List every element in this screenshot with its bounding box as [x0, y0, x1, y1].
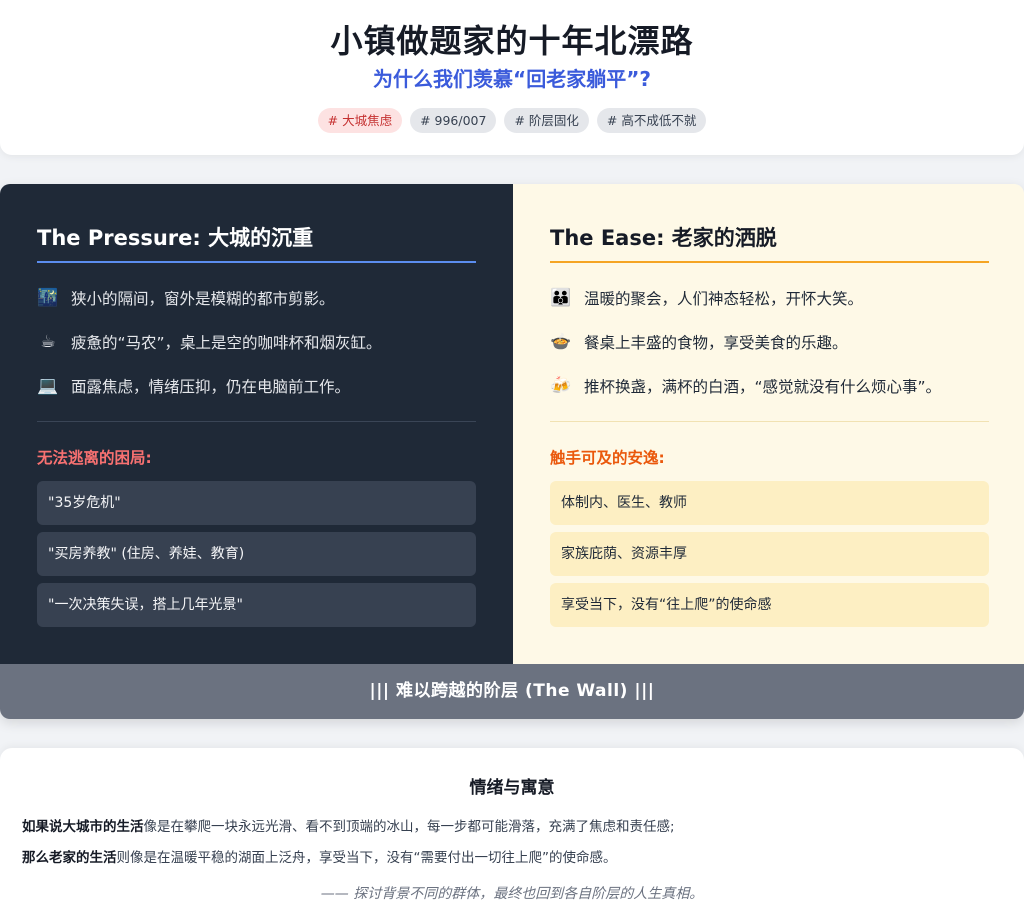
list-item: 🍻 推杯换盏，满杯的白酒，“感觉就没有什么烦心事”。 — [550, 364, 989, 408]
list-item: 💻 面露焦虑，情绪压抑，仍在电脑前工作。 — [37, 364, 476, 408]
pressure-box: "一次决策失误，搭上几年光景" — [37, 583, 476, 627]
footer-line-hometown-body: 则像是在温暖平稳的湖面上泛舟，享受当下，没有“需要付出一切往上爬”的使命感。 — [116, 850, 617, 866]
comparison-panel: The Pressure: 大城的沉重 🌃 狭小的隔间，窗外是模糊的都市剪影。 … — [0, 184, 1024, 719]
feature-text: 狭小的隔间，窗外是模糊的都市剪影。 — [71, 290, 335, 308]
food-bowl-icon: 🍲 — [550, 332, 572, 352]
footer-line-city-lead: 如果说大城市的生活 — [22, 819, 144, 835]
header-card: 小镇做题家的十年北漂路 为什么我们羡慕“回老家躺平”? # 大城焦虑 # 996… — [0, 0, 1024, 155]
family-icon: 👪 — [550, 288, 572, 308]
class-wall-banner: ||| 难以跨越的阶层 (The Wall) ||| — [0, 664, 1024, 719]
tag-class-solidification[interactable]: # 阶层固化 — [504, 108, 589, 133]
list-item: 🍲 餐桌上丰盛的食物，享受美食的乐趣。 — [550, 320, 989, 364]
ease-pane: The Ease: 老家的洒脱 👪 温暖的聚会，人们神态轻松，开怀大笑。 🍲 餐… — [513, 184, 1024, 664]
footer-title: 情绪与寓意 — [469, 778, 555, 798]
laptop-icon: 💻 — [37, 376, 59, 396]
page-title: 小镇做题家的十年北漂路 — [330, 22, 694, 60]
pressure-title: The Pressure: 大城的沉重 — [37, 222, 476, 263]
tag-996[interactable]: # 996/007 — [410, 108, 497, 133]
list-item: ☕ 疲惫的“马农”，桌上是空的咖啡杯和烟灰缸。 — [37, 320, 476, 364]
ease-divider — [550, 421, 989, 422]
footer-line-city-body: 像是在攀爬一块永远光滑、看不到顶端的冰山，每一步都可能滑落，充满了焦虑和责任感; — [143, 819, 675, 835]
pressure-box: "买房养教" (住房、养娃、教育) — [37, 532, 476, 576]
ease-box: 家族庇荫、资源丰厚 — [550, 532, 989, 576]
footer-quote: —— 探讨背景不同的群体，最终也回到各自阶层的人生真相。 — [320, 886, 704, 902]
footer-line-hometown-lead: 那么老家的生活 — [22, 850, 117, 866]
pressure-box: "35岁危机" — [37, 481, 476, 525]
footer-line-city: 如果说大城市的生活像是在攀爬一块永远光滑、看不到顶端的冰山，每一步都可能滑落，充… — [22, 815, 1002, 835]
pressure-divider — [37, 421, 476, 422]
feature-text: 疲惫的“马农”，桌上是空的咖啡杯和烟灰缸。 — [71, 334, 382, 352]
city-night-icon: 🌃 — [37, 288, 59, 308]
pressure-section-label: 无法逃离的困局: — [37, 449, 152, 467]
footer-line-hometown: 那么老家的生活则像是在温暖平稳的湖面上泛舟，享受当下，没有“需要付出一切往上爬”… — [22, 846, 1002, 866]
ease-title: The Ease: 老家的洒脱 — [550, 222, 989, 263]
ease-section-label: 触手可及的安逸: — [550, 449, 665, 467]
coffee-icon: ☕ — [40, 332, 56, 352]
ease-box-list: 体制内、医生、教师 家族庇荫、资源丰厚 享受当下，没有“往上爬”的使命感 — [550, 481, 989, 634]
pressure-feature-list: 🌃 狭小的隔间，窗外是模糊的都市剪影。 ☕ 疲惫的“马农”，桌上是空的咖啡杯和烟… — [37, 276, 476, 408]
feature-text: 餐桌上丰盛的食物，享受美食的乐趣。 — [584, 334, 848, 352]
feature-text: 面露焦虑，情绪压抑，仍在电脑前工作。 — [71, 378, 351, 396]
ease-box: 享受当下，没有“往上爬”的使命感 — [550, 583, 989, 627]
tag-in-between[interactable]: # 高不成低不就 — [596, 108, 707, 133]
list-item: 👪 温暖的聚会，人们神态轻松，开怀大笑。 — [550, 276, 989, 320]
tag-list: # 大城焦虑 # 996/007 # 阶层固化 # 高不成低不就 — [0, 108, 1024, 133]
feature-text: 温暖的聚会，人们神态轻松，开怀大笑。 — [584, 290, 864, 308]
feature-text: 推杯换盏，满杯的白酒，“感觉就没有什么烦心事”。 — [584, 378, 942, 396]
toast-drinks-icon: 🍻 — [550, 376, 572, 396]
pressure-pane: The Pressure: 大城的沉重 🌃 狭小的隔间，窗外是模糊的都市剪影。 … — [0, 184, 513, 664]
list-item: 🌃 狭小的隔间，窗外是模糊的都市剪影。 — [37, 276, 476, 320]
page-subtitle: 为什么我们羡慕“回老家躺平”? — [373, 67, 651, 91]
ease-box: 体制内、医生、教师 — [550, 481, 989, 525]
ease-feature-list: 👪 温暖的聚会，人们神态轻松，开怀大笑。 🍲 餐桌上丰盛的食物，享受美食的乐趣。… — [550, 276, 989, 408]
pressure-box-list: "35岁危机" "买房养教" (住房、养娃、教育) "一次决策失误，搭上几年光景… — [37, 481, 476, 634]
tag-big-city-anxiety[interactable]: # 大城焦虑 — [317, 108, 403, 133]
footer-card: 情绪与寓意 如果说大城市的生活像是在攀爬一块永远光滑、看不到顶端的冰山，每一步都… — [0, 748, 1024, 913]
